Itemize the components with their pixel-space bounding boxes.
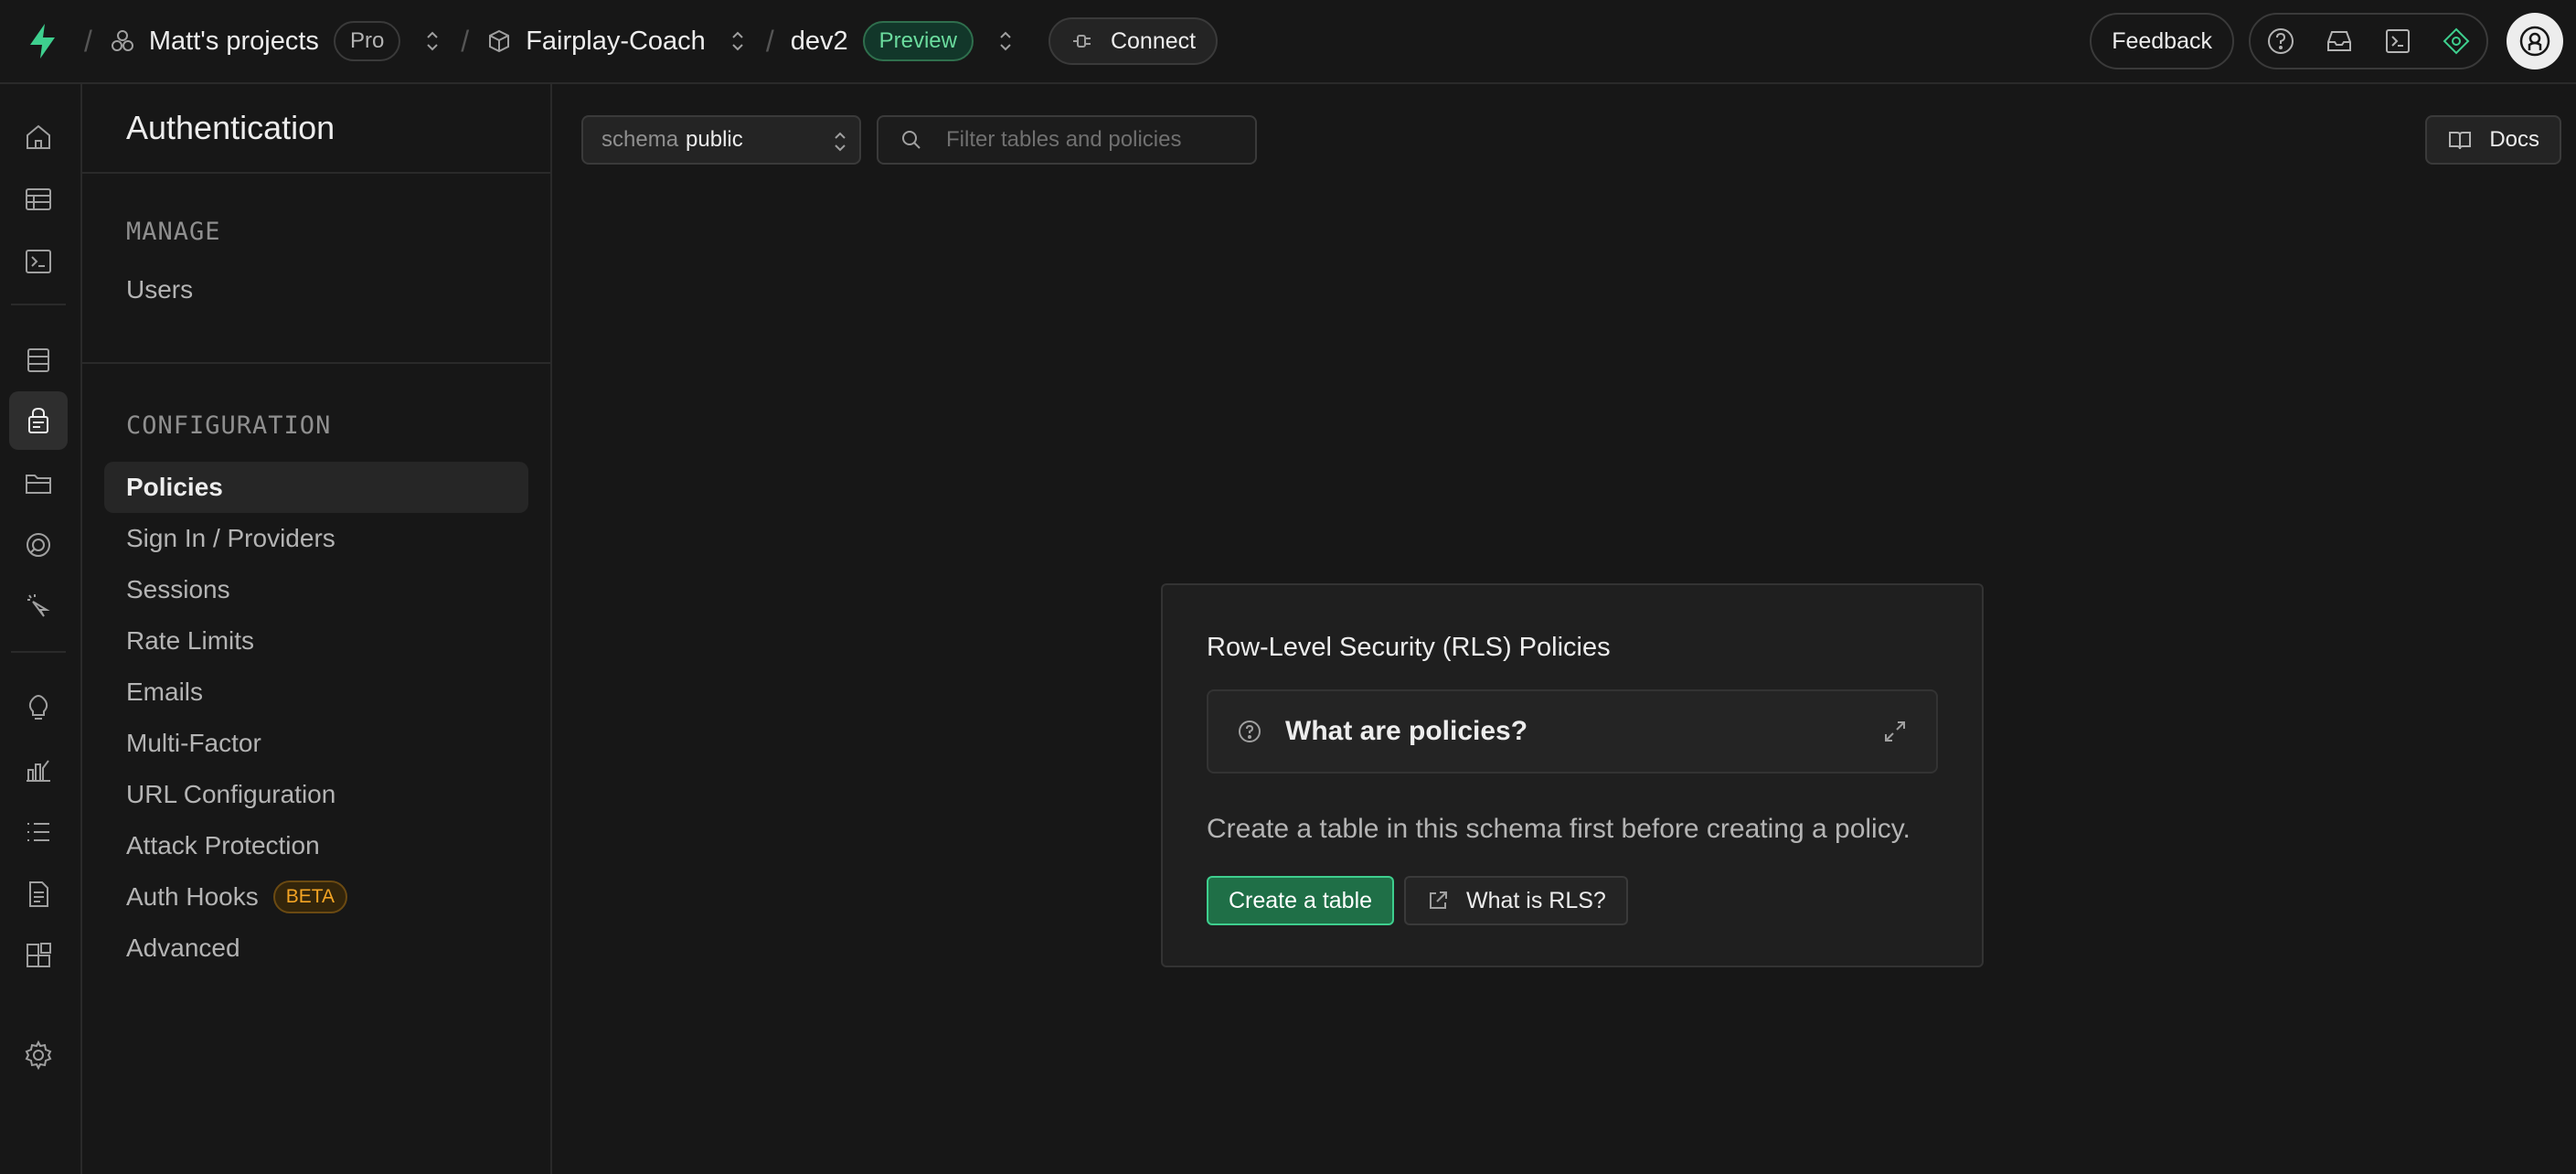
supabase-logo-icon[interactable] <box>20 18 66 64</box>
terminal-icon[interactable] <box>2382 26 2413 57</box>
user-avatar[interactable] <box>2507 13 2563 69</box>
manage-section: MANAGE Users <box>82 174 550 364</box>
expand-icon[interactable] <box>1881 718 1909 745</box>
what-is-rls-button[interactable]: What is RLS? <box>1404 876 1628 925</box>
create-table-button[interactable]: Create a table <box>1207 876 1395 925</box>
org-selector[interactable]: Matt's projects Pro <box>109 21 442 61</box>
project-name[interactable]: Fairplay-Coach <box>526 27 706 57</box>
branch-name[interactable]: dev2 <box>791 27 848 57</box>
integrations-icon[interactable] <box>9 927 68 986</box>
header-icon-group <box>2249 13 2488 69</box>
preview-badge: Preview <box>862 21 974 61</box>
sidebar-item-sessions[interactable]: Sessions <box>104 564 528 615</box>
sidebar-item-sign-in-providers[interactable]: Sign In / Providers <box>104 513 528 564</box>
realtime-icon[interactable] <box>9 516 68 574</box>
what-is-rls-label: What is RLS? <box>1466 887 1606 913</box>
database-icon[interactable] <box>9 331 68 390</box>
main-content: schema public Docs Row-Level Security (R… <box>552 84 2576 1174</box>
beta-badge: BETA <box>272 880 348 913</box>
primary-nav-rail <box>0 84 82 1174</box>
schema-select-value: public <box>686 127 743 152</box>
help-circle-icon <box>1239 720 1261 742</box>
breadcrumb-separator: / <box>765 24 774 58</box>
sidebar-item-attack-protection[interactable]: Attack Protection <box>104 820 528 871</box>
sidebar-item-url-configuration[interactable]: URL Configuration <box>104 769 528 820</box>
sidebar-title: Authentication <box>82 84 550 174</box>
sql-editor-icon[interactable] <box>9 232 68 291</box>
chevron-up-down-icon[interactable] <box>728 27 748 55</box>
reports-icon[interactable] <box>9 741 68 799</box>
sidebar-item-label: Auth Hooks <box>126 882 259 911</box>
breadcrumb-separator: / <box>461 24 470 58</box>
sidebar-item-advanced[interactable]: Advanced <box>104 923 528 974</box>
home-icon[interactable] <box>9 108 68 166</box>
configuration-section: CONFIGURATION Policies Sign In / Provide… <box>82 364 550 974</box>
plug-icon <box>1072 35 1091 48</box>
section-label: CONFIGURATION <box>126 411 332 440</box>
docs-button[interactable]: Docs <box>2425 115 2561 165</box>
settings-icon[interactable] <box>9 1026 68 1084</box>
schema-select-label: schema <box>601 127 679 152</box>
organization-icon <box>109 27 136 55</box>
external-link-icon <box>1430 891 1447 909</box>
user-avatar-icon <box>2519 26 2550 57</box>
breadcrumb-separator: / <box>84 24 92 58</box>
org-name[interactable]: Matt's projects <box>149 27 319 57</box>
book-open-icon <box>2449 132 2472 150</box>
sidebar-item-multi-factor[interactable]: Multi-Factor <box>104 718 528 769</box>
sidebar-item-users[interactable]: Users <box>104 264 528 315</box>
chevron-up-down-icon[interactable] <box>422 27 442 55</box>
advisors-icon[interactable] <box>9 678 68 737</box>
card-title: Row-Level Security (RLS) Policies <box>1207 633 1611 662</box>
sidebar-item-auth-hooks[interactable]: Auth Hooks BETA <box>104 871 528 923</box>
storage-icon[interactable] <box>9 454 68 512</box>
help-icon[interactable] <box>2265 26 2296 57</box>
auth-sidebar: Authentication MANAGE Users CONFIGURATIO… <box>82 84 552 1174</box>
logs-icon[interactable] <box>9 803 68 861</box>
filter-field[interactable] <box>877 115 1257 165</box>
connect-button[interactable]: Connect <box>1048 17 1219 65</box>
feedback-button[interactable]: Feedback <box>2090 13 2234 69</box>
top-bar: / Matt's projects Pro / Fairplay-Coach /… <box>0 0 2576 84</box>
box-icon <box>485 27 513 55</box>
inbox-icon[interactable] <box>2324 26 2355 57</box>
sidebar-item-emails[interactable]: Emails <box>104 667 528 718</box>
project-selector[interactable]: Fairplay-Coach <box>485 27 748 57</box>
sidebar-item-policies[interactable]: Policies <box>104 462 528 513</box>
search-icon <box>902 131 921 149</box>
docs-label: Docs <box>2489 127 2539 152</box>
authentication-icon[interactable] <box>9 391 68 450</box>
empty-state-message: Create a table in this schema first befo… <box>1207 814 1911 844</box>
accordion-label: What are policies? <box>1285 716 1528 746</box>
advisor-icon[interactable] <box>2441 26 2472 57</box>
branch-selector[interactable]: dev2 Preview <box>791 21 1016 61</box>
rls-policies-card: Row-Level Security (RLS) Policies What a… <box>1161 583 1984 967</box>
section-label: MANAGE <box>126 218 221 246</box>
chevron-up-down-icon <box>835 132 846 152</box>
table-editor-icon[interactable] <box>9 170 68 229</box>
api-docs-icon[interactable] <box>9 865 68 923</box>
schema-select[interactable]: schema public <box>581 115 861 165</box>
filter-input[interactable] <box>946 127 1255 153</box>
sidebar-item-rate-limits[interactable]: Rate Limits <box>104 615 528 667</box>
what-are-policies-accordion[interactable]: What are policies? <box>1207 689 1938 774</box>
chevron-up-down-icon[interactable] <box>995 27 1016 55</box>
plan-badge: Pro <box>333 21 401 61</box>
connect-label: Connect <box>1110 27 1197 54</box>
edge-functions-icon[interactable] <box>9 578 68 636</box>
